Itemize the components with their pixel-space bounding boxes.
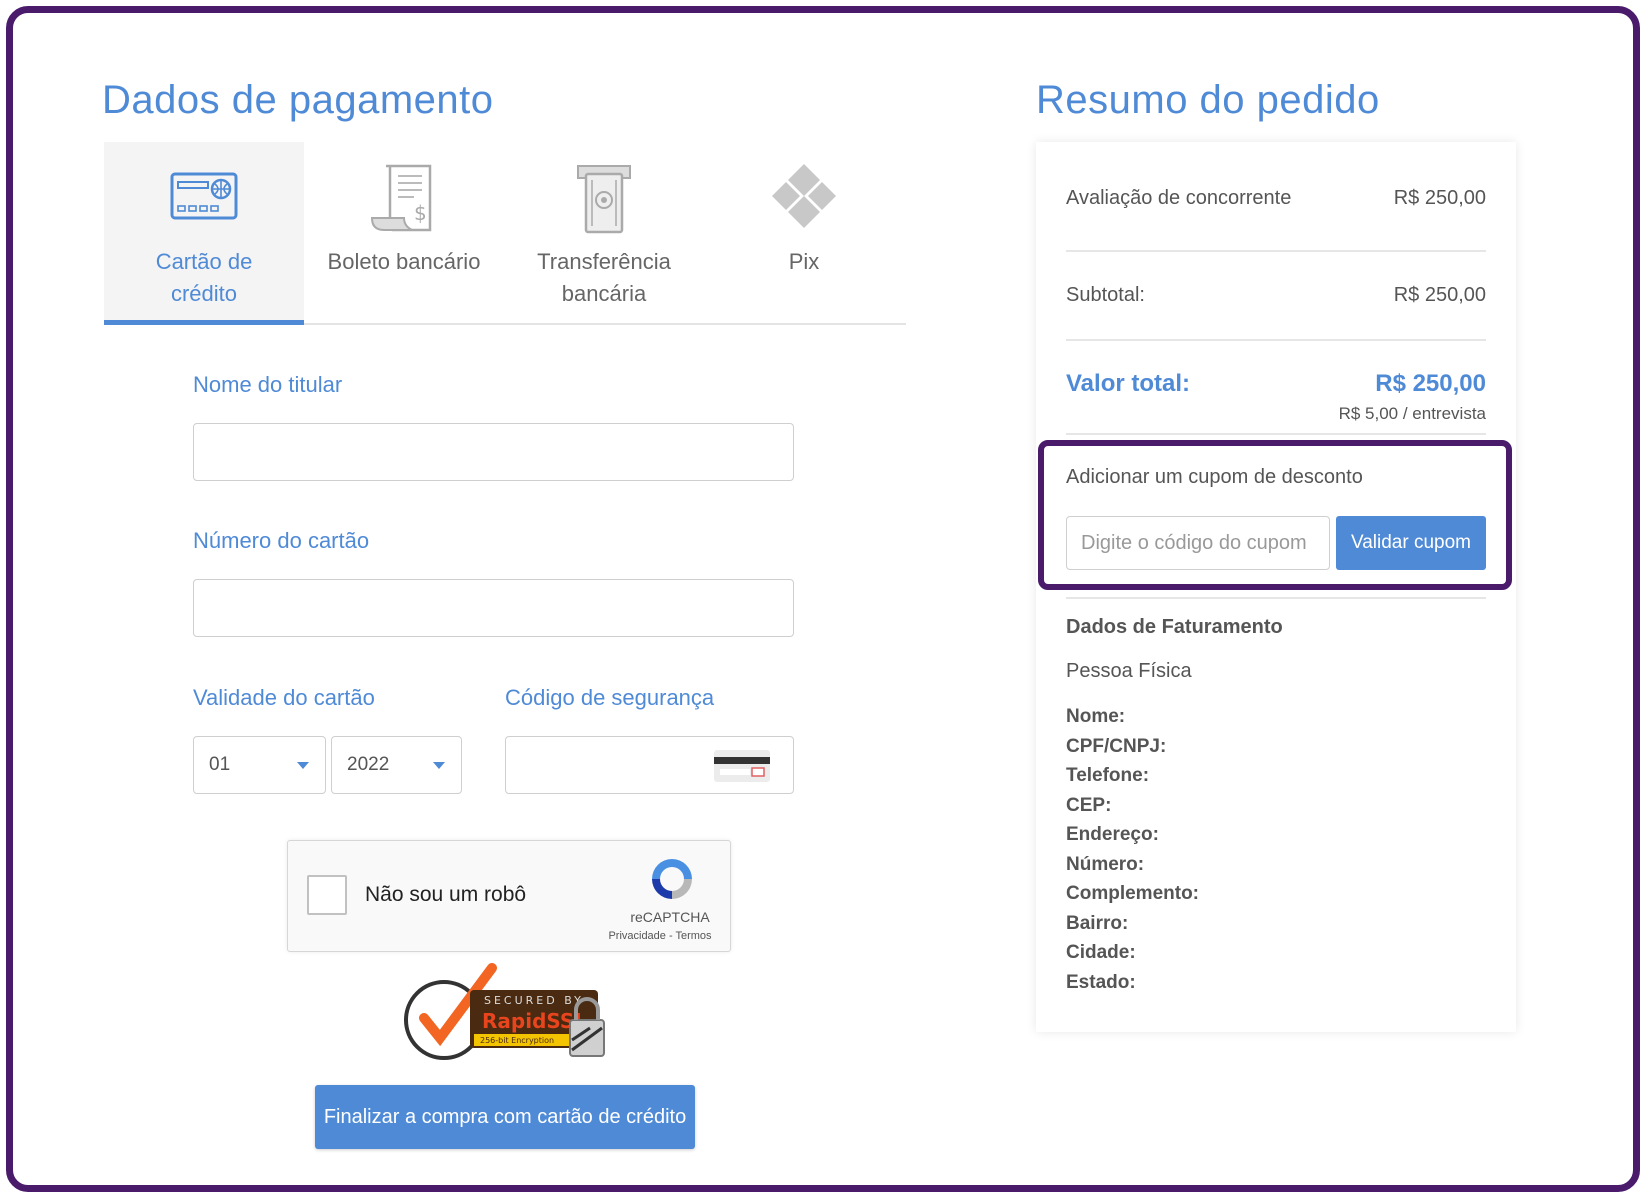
- holder-name-label: Nome do titular: [193, 372, 343, 397]
- subtotal-value: R$ 250,00: [1393, 284, 1486, 306]
- ssl-encryption: 256-bit Encryption: [480, 1036, 554, 1045]
- coupon-label: Adicionar um cupom de desconto: [1066, 466, 1363, 488]
- billing-field-complement: Complemento:: [1066, 883, 1199, 904]
- tab-pix-label: Pix: [788, 249, 820, 274]
- coupon-input[interactable]: [1066, 516, 1330, 570]
- billing-field-name: Nome:: [1066, 706, 1126, 727]
- expiry-year-select[interactable]: 2022: [331, 736, 462, 794]
- billing-field-district: Bairro:: [1066, 912, 1129, 934]
- validate-coupon-button[interactable]: Validar cupom: [1336, 516, 1486, 570]
- billing-field-address: Endereço:: [1066, 824, 1159, 845]
- billing-field-city: Cidade:: [1066, 942, 1136, 963]
- divider: [1066, 339, 1486, 341]
- recaptcha-text: Não sou um robô: [365, 883, 527, 906]
- card-number-input[interactable]: [193, 579, 794, 637]
- card-number-label: Número do cartão: [193, 528, 370, 553]
- summary-item-label: Avaliação de concorrente: [1066, 187, 1292, 209]
- recaptcha-checkbox[interactable]: [307, 875, 347, 915]
- pix-icon: [772, 164, 836, 228]
- total-value: R$ 250,00: [1375, 370, 1486, 397]
- order-summary-card: Avaliação de concorrente R$ 250,00 Subto…: [1036, 142, 1516, 1032]
- holder-name-input[interactable]: [193, 423, 794, 481]
- billing-title: Dados de Faturamento: [1066, 616, 1283, 638]
- cvv-label: Código de segurança: [505, 685, 715, 710]
- credit-card-icon: [170, 172, 238, 220]
- tab-credit-card[interactable]: Cartão de crédito: [104, 142, 304, 325]
- per-interview-price: R$ 5,00 / entrevista: [1338, 404, 1486, 423]
- billing-field-cep: CEP:: [1066, 794, 1112, 816]
- expiry-label: Validade do cartão: [193, 685, 375, 710]
- recaptcha-widget: Não sou um robô reCAPTCHA Privacidade - …: [287, 840, 731, 952]
- chevron-down-icon: [297, 762, 309, 769]
- tab-credit-card-label: Cartão de crédito: [155, 249, 253, 306]
- billing-fields: Nome: CPF/CNPJ: Telefone: CEP: Endereço:…: [1066, 702, 1199, 997]
- svg-text:$: $: [414, 201, 427, 225]
- expiry-month-select[interactable]: 01: [193, 736, 326, 794]
- recaptcha-terms-link[interactable]: Privacidade - Termos: [598, 930, 722, 942]
- boleto-receipt-icon: $: [370, 164, 432, 232]
- finish-purchase-button[interactable]: Finalizar a compra com cartão de crédito: [315, 1085, 695, 1149]
- total-row: Valor total: R$ 250,00: [1066, 370, 1486, 398]
- bank-transfer-icon: [577, 165, 631, 234]
- summary-item-row: Avaliação de concorrente R$ 250,00: [1066, 187, 1486, 210]
- recaptcha-logo-icon: [652, 859, 692, 899]
- tab-boleto[interactable]: $ Boleto bancário: [304, 142, 504, 323]
- divider: [1066, 597, 1486, 599]
- summary-item-value: R$ 250,00: [1393, 187, 1486, 209]
- expiry-year-value: 2022: [347, 754, 390, 775]
- payment-method-tabs: Cartão de crédito $ Boleto bancário Tran…: [104, 142, 906, 325]
- chevron-down-icon: [433, 762, 445, 769]
- recaptcha-brand: reCAPTCHA: [630, 909, 710, 925]
- billing-field-phone: Telefone:: [1066, 765, 1150, 786]
- card-back-cvv-icon: [714, 750, 770, 782]
- total-label: Valor total:: [1066, 370, 1191, 397]
- divider: [1066, 250, 1486, 252]
- billing-field-cpf-cnpj: CPF/CNPJ:: [1066, 735, 1167, 757]
- tab-pix[interactable]: Pix: [704, 142, 904, 323]
- summary-title: Resumo do pedido: [1036, 78, 1380, 122]
- expiry-month-value: 01: [209, 754, 231, 775]
- divider: [1066, 433, 1486, 435]
- billing-field-state: Estado:: [1066, 971, 1136, 993]
- tab-boleto-label: Boleto bancário: [327, 249, 481, 274]
- payment-title: Dados de pagamento: [102, 78, 494, 122]
- billing-field-number: Número:: [1066, 853, 1145, 875]
- person-type: Pessoa Física: [1066, 660, 1192, 682]
- subtotal-label: Subtotal:: [1066, 284, 1145, 306]
- subtotal-row: Subtotal: R$ 250,00: [1066, 284, 1486, 307]
- tab-bank-transfer[interactable]: Transferência bancária: [504, 142, 704, 323]
- ssl-secured-by: SECURED BY: [484, 994, 584, 1007]
- tab-bank-transfer-label: Transferência bancária: [537, 249, 671, 306]
- rapidssl-badge: SECURED BY RapidSSL 256-bit Encryption: [404, 963, 605, 1060]
